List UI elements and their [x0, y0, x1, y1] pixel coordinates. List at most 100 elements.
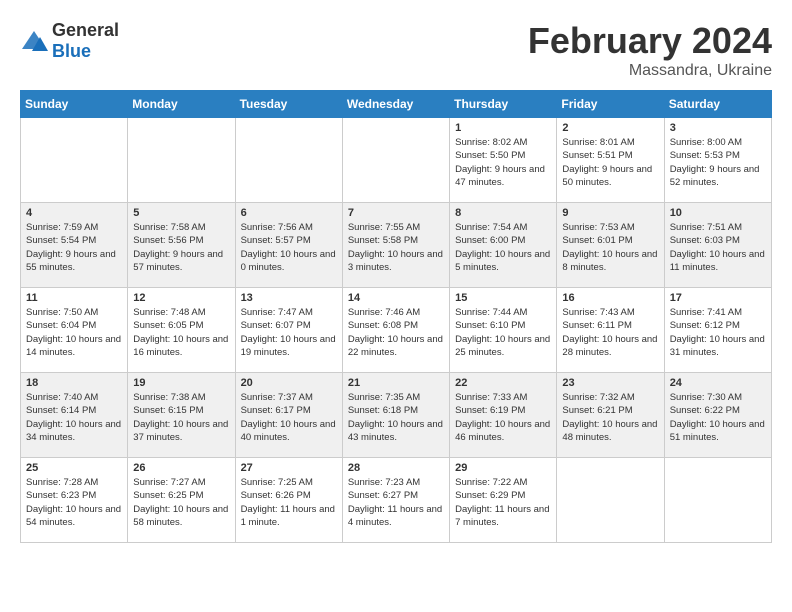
day-cell: 24 Sunrise: 7:30 AM Sunset: 6:22 PM Dayli…	[664, 373, 771, 458]
day-cell	[557, 458, 664, 543]
day-info: Sunrise: 7:28 AM Sunset: 6:23 PM Dayligh…	[26, 476, 122, 529]
week-row-1: 4Sunrise: 7:59 AM Sunset: 5:54 PM Daylig…	[21, 203, 772, 288]
day-cell: 5 Sunrise: 7:58 AM Sunset: 5:56 PM Daylig…	[128, 203, 235, 288]
day-info: Sunrise: 7:58 AM Sunset: 5:56 PM Dayligh…	[133, 221, 229, 274]
day-info: Sunrise: 7:35 AM Sunset: 6:18 PM Dayligh…	[348, 391, 444, 444]
day-info: Sunrise: 8:02 AM Sunset: 5:50 PM Dayligh…	[455, 136, 551, 189]
day-number: 4	[26, 207, 122, 219]
day-info: Sunrise: 7:32 AM Sunset: 6:21 PM Dayligh…	[562, 391, 658, 444]
day-number: 11	[26, 292, 122, 304]
day-cell: 29Sunrise: 7:22 AM Sunset: 6:29 PM Dayli…	[450, 458, 557, 543]
day-number: 17	[670, 292, 766, 304]
day-number: 8	[455, 207, 551, 219]
day-info: Sunrise: 7:51 AM Sunset: 6:03 PM Dayligh…	[670, 221, 766, 274]
week-row-2: 11 Sunrise: 7:50 AM Sunset: 6:04 PM Dayli…	[21, 288, 772, 373]
day-number: 15	[455, 292, 551, 304]
day-cell: 14 Sunrise: 7:46 AM Sunset: 6:08 PM Dayli…	[342, 288, 449, 373]
header-cell-thursday: Thursday	[450, 91, 557, 118]
day-info: Sunrise: 8:00 AM Sunset: 5:53 PM Dayligh…	[670, 136, 766, 189]
day-info: Sunrise: 7:47 AM Sunset: 6:07 PM Dayligh…	[241, 306, 337, 359]
day-number: 27	[241, 462, 337, 474]
day-cell: 28 Sunrise: 7:23 AM Sunset: 6:27 PM Dayli…	[342, 458, 449, 543]
week-row-4: 25 Sunrise: 7:28 AM Sunset: 6:23 PM Dayli…	[21, 458, 772, 543]
logo-icon	[20, 29, 48, 53]
day-info: Sunrise: 7:50 AM Sunset: 6:04 PM Dayligh…	[26, 306, 122, 359]
day-number: 13	[241, 292, 337, 304]
day-number: 5	[133, 207, 229, 219]
calendar-header: SundayMondayTuesdayWednesdayThursdayFrid…	[21, 91, 772, 118]
day-info: Sunrise: 7:27 AM Sunset: 6:25 PM Dayligh…	[133, 476, 229, 529]
day-info: Sunrise: 7:40 AM Sunset: 6:14 PM Dayligh…	[26, 391, 122, 444]
day-cell: 18Sunrise: 7:40 AM Sunset: 6:14 PM Dayli…	[21, 373, 128, 458]
day-number: 19	[133, 377, 229, 389]
day-info: Sunrise: 7:46 AM Sunset: 6:08 PM Dayligh…	[348, 306, 444, 359]
day-cell: 9 Sunrise: 7:53 AM Sunset: 6:01 PM Daylig…	[557, 203, 664, 288]
day-info: Sunrise: 7:53 AM Sunset: 6:01 PM Dayligh…	[562, 221, 658, 274]
day-number: 10	[670, 207, 766, 219]
day-number: 21	[348, 377, 444, 389]
day-number: 29	[455, 462, 551, 474]
day-info: Sunrise: 7:37 AM Sunset: 6:17 PM Dayligh…	[241, 391, 337, 444]
day-cell: 26Sunrise: 7:27 AM Sunset: 6:25 PM Dayli…	[128, 458, 235, 543]
header-row: SundayMondayTuesdayWednesdayThursdayFrid…	[21, 91, 772, 118]
day-info: Sunrise: 7:38 AM Sunset: 6:15 PM Dayligh…	[133, 391, 229, 444]
day-cell: 25 Sunrise: 7:28 AM Sunset: 6:23 PM Dayli…	[21, 458, 128, 543]
day-cell: 13 Sunrise: 7:47 AM Sunset: 6:07 PM Dayli…	[235, 288, 342, 373]
day-cell: 2 Sunrise: 8:01 AM Sunset: 5:51 PM Daylig…	[557, 118, 664, 203]
header-cell-saturday: Saturday	[664, 91, 771, 118]
day-cell: 20 Sunrise: 7:37 AM Sunset: 6:17 PM Dayli…	[235, 373, 342, 458]
week-row-3: 18Sunrise: 7:40 AM Sunset: 6:14 PM Dayli…	[21, 373, 772, 458]
day-cell	[21, 118, 128, 203]
day-info: Sunrise: 7:30 AM Sunset: 6:22 PM Dayligh…	[670, 391, 766, 444]
day-number: 28	[348, 462, 444, 474]
header-cell-tuesday: Tuesday	[235, 91, 342, 118]
day-cell: 10 Sunrise: 7:51 AM Sunset: 6:03 PM Dayli…	[664, 203, 771, 288]
logo-blue: Blue	[52, 41, 91, 61]
calendar-title: February 2024	[528, 20, 772, 62]
calendar-subtitle: Massandra, Ukraine	[528, 62, 772, 80]
day-number: 9	[562, 207, 658, 219]
day-number: 20	[241, 377, 337, 389]
day-number: 23	[562, 377, 658, 389]
day-cell	[128, 118, 235, 203]
day-number: 6	[241, 207, 337, 219]
day-info: Sunrise: 7:25 AM Sunset: 6:26 PM Dayligh…	[241, 476, 337, 529]
day-number: 22	[455, 377, 551, 389]
day-cell: 22 Sunrise: 7:33 AM Sunset: 6:19 PM Dayli…	[450, 373, 557, 458]
logo-general: General	[52, 20, 119, 40]
week-row-0: 1 Sunrise: 8:02 AM Sunset: 5:50 PM Daylig…	[21, 118, 772, 203]
day-number: 14	[348, 292, 444, 304]
day-cell	[235, 118, 342, 203]
header-cell-monday: Monday	[128, 91, 235, 118]
logo: General Blue	[20, 20, 119, 62]
day-cell: 7Sunrise: 7:55 AM Sunset: 5:58 PM Daylig…	[342, 203, 449, 288]
day-number: 16	[562, 292, 658, 304]
day-number: 25	[26, 462, 122, 474]
title-section: February 2024 Massandra, Ukraine	[528, 20, 772, 80]
day-info: Sunrise: 7:43 AM Sunset: 6:11 PM Dayligh…	[562, 306, 658, 359]
day-info: Sunrise: 7:56 AM Sunset: 5:57 PM Dayligh…	[241, 221, 337, 274]
day-cell: 16 Sunrise: 7:43 AM Sunset: 6:11 PM Dayli…	[557, 288, 664, 373]
day-number: 2	[562, 122, 658, 134]
day-cell: 21 Sunrise: 7:35 AM Sunset: 6:18 PM Dayli…	[342, 373, 449, 458]
day-cell: 3 Sunrise: 8:00 AM Sunset: 5:53 PM Daylig…	[664, 118, 771, 203]
day-cell: 1 Sunrise: 8:02 AM Sunset: 5:50 PM Daylig…	[450, 118, 557, 203]
day-info: Sunrise: 7:55 AM Sunset: 5:58 PM Dayligh…	[348, 221, 444, 274]
day-number: 3	[670, 122, 766, 134]
day-cell: 12 Sunrise: 7:48 AM Sunset: 6:05 PM Dayli…	[128, 288, 235, 373]
day-info: Sunrise: 7:33 AM Sunset: 6:19 PM Dayligh…	[455, 391, 551, 444]
day-cell: 17Sunrise: 7:41 AM Sunset: 6:12 PM Dayli…	[664, 288, 771, 373]
day-number: 1	[455, 122, 551, 134]
day-cell	[664, 458, 771, 543]
day-info: Sunrise: 8:01 AM Sunset: 5:51 PM Dayligh…	[562, 136, 658, 189]
day-cell: 27 Sunrise: 7:25 AM Sunset: 6:26 PM Dayli…	[235, 458, 342, 543]
day-cell: 11 Sunrise: 7:50 AM Sunset: 6:04 PM Dayli…	[21, 288, 128, 373]
day-info: Sunrise: 7:48 AM Sunset: 6:05 PM Dayligh…	[133, 306, 229, 359]
day-cell: 15 Sunrise: 7:44 AM Sunset: 6:10 PM Dayli…	[450, 288, 557, 373]
day-number: 12	[133, 292, 229, 304]
day-number: 24	[670, 377, 766, 389]
day-cell: 6 Sunrise: 7:56 AM Sunset: 5:57 PM Daylig…	[235, 203, 342, 288]
day-info: Sunrise: 7:23 AM Sunset: 6:27 PM Dayligh…	[348, 476, 444, 529]
day-cell: 4Sunrise: 7:59 AM Sunset: 5:54 PM Daylig…	[21, 203, 128, 288]
day-info: Sunrise: 7:44 AM Sunset: 6:10 PM Dayligh…	[455, 306, 551, 359]
